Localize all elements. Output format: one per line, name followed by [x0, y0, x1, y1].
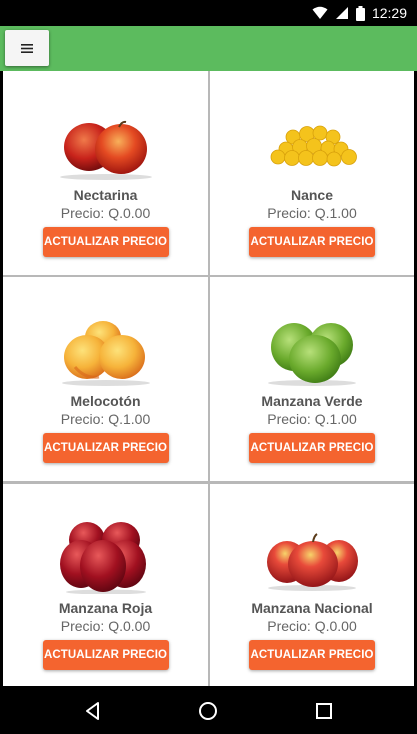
product-card: Nance Precio: Q.1.00 ACTUALIZAR PRECIO	[210, 71, 414, 275]
product-price: Precio: Q.1.00	[267, 205, 357, 221]
product-name: Manzana Verde	[261, 393, 363, 409]
home-icon[interactable]	[197, 700, 219, 722]
update-price-button[interactable]: ACTUALIZAR PRECIO	[42, 227, 169, 257]
product-card: Manzana Roja Precio: Q.0.00 ACTUALIZAR P…	[3, 484, 208, 686]
recents-icon[interactable]	[313, 700, 335, 722]
product-name: Nectarina	[73, 187, 138, 203]
update-price-button[interactable]: ACTUALIZAR PRECIO	[249, 433, 375, 463]
navigation-bar	[0, 686, 417, 734]
app-bar	[0, 26, 417, 71]
product-name: Nance	[290, 187, 334, 203]
status-time: 12:29	[371, 5, 407, 21]
red-apple-image	[59, 522, 146, 594]
status-bar: 12:29	[0, 0, 417, 26]
product-card: Manzana Verde Precio: Q.1.00 ACTUALIZAR …	[210, 277, 414, 481]
product-price: Precio: Q.0.00	[60, 618, 151, 634]
product-price: Precio: Q.1.00	[267, 411, 357, 427]
product-name: Manzana Roja	[58, 600, 153, 616]
menu-button[interactable]	[5, 30, 49, 66]
update-price-button[interactable]: ACTUALIZAR PRECIO	[249, 227, 375, 257]
peach-image	[61, 321, 150, 386]
back-icon[interactable]	[82, 700, 104, 722]
product-name: Manzana Nacional	[251, 600, 373, 616]
product-price: Precio: Q.0.00	[267, 618, 357, 634]
product-card: Manzana Nacional Precio: Q.0.00 ACTUALIZ…	[210, 484, 414, 686]
nectarine-image	[59, 120, 152, 180]
hamburger-menu-icon	[21, 43, 33, 53]
update-price-button[interactable]: ACTUALIZAR PRECIO	[42, 640, 169, 670]
update-price-button[interactable]: ACTUALIZAR PRECIO	[42, 433, 169, 463]
green-apple-image	[268, 323, 356, 386]
wifi-icon	[312, 6, 328, 19]
product-card: Nectarina Precio: Q.0.00 ACTUALIZAR PREC…	[3, 71, 208, 275]
update-price-button[interactable]: ACTUALIZAR PRECIO	[249, 640, 375, 670]
product-price: Precio: Q.0.00	[60, 205, 151, 221]
battery-icon	[355, 5, 365, 21]
signal-icon	[335, 7, 348, 19]
product-price: Precio: Q.1.00	[60, 411, 151, 427]
product-card: Melocotón Precio: Q.1.00 ACTUALIZAR PREC…	[3, 277, 208, 481]
national-apple-image	[267, 533, 358, 591]
nance-image	[270, 125, 357, 167]
product-name: Melocotón	[70, 393, 141, 409]
product-grid: Nectarina Precio: Q.0.00 ACTUALIZAR PREC…	[3, 71, 414, 686]
